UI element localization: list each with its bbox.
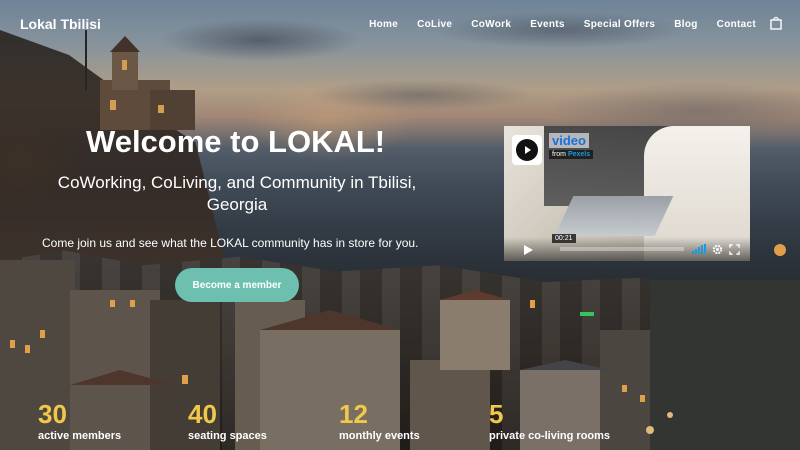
hero-description: Come join us and see what the LOKAL comm… [42,236,419,250]
site-header: Lokal Tbilisi Home CoLive CoWork Events … [0,0,800,48]
video-title[interactable]: video [549,133,589,148]
video-play-button[interactable] [512,135,542,165]
stat-seating: 40 seating spaces [188,400,267,442]
video-progress-bar[interactable] [560,247,684,251]
video-scene-laptop [554,196,674,236]
nav-blog[interactable]: Blog [674,19,697,30]
play-icon[interactable] [522,244,534,256]
stat-members: 30 active members [38,400,121,442]
video-player[interactable]: video from Pexels 00:21 [504,126,750,261]
volume-icon[interactable] [692,244,706,254]
video-controls: 00:21 [504,234,750,261]
nav-contact[interactable]: Contact [717,19,756,30]
fullscreen-icon[interactable] [729,244,740,255]
stat-label: monthly events [339,430,420,442]
nav-events[interactable]: Events [530,19,565,30]
video-timestamp: 00:21 [552,234,576,243]
nav-colive[interactable]: CoLive [417,19,452,30]
stat-label: seating spaces [188,430,267,442]
gear-icon[interactable] [712,244,723,255]
shopping-bag-icon[interactable] [770,16,782,30]
main-nav: Home CoLive CoWork Events Special Offers… [350,19,756,30]
stat-rooms: 5 private co-living rooms [489,400,610,442]
stat-label: private co-living rooms [489,430,611,442]
hero-title: Welcome to LOKAL! [86,124,386,159]
play-icon [516,139,538,161]
stat-value: 30 [38,399,67,429]
become-member-button[interactable]: Become a member [175,268,299,302]
stat-label: active members [38,430,122,442]
nav-special-offers[interactable]: Special Offers [584,19,655,30]
hero-subtitle: CoWorking, CoLiving, and Community in Tb… [57,173,417,214]
stat-value: 5 [489,399,504,429]
video-source-name: Pexels [567,151,591,158]
stat-events: 12 monthly events [339,400,420,442]
brand-logo[interactable]: Lokal Tbilisi [20,16,101,32]
video-source-prefix: from [552,151,566,158]
video-source[interactable]: from Pexels [549,150,594,159]
nav-cowork[interactable]: CoWork [471,19,511,30]
stat-value: 12 [339,399,368,429]
nav-home[interactable]: Home [369,19,398,30]
stat-value: 40 [188,399,217,429]
